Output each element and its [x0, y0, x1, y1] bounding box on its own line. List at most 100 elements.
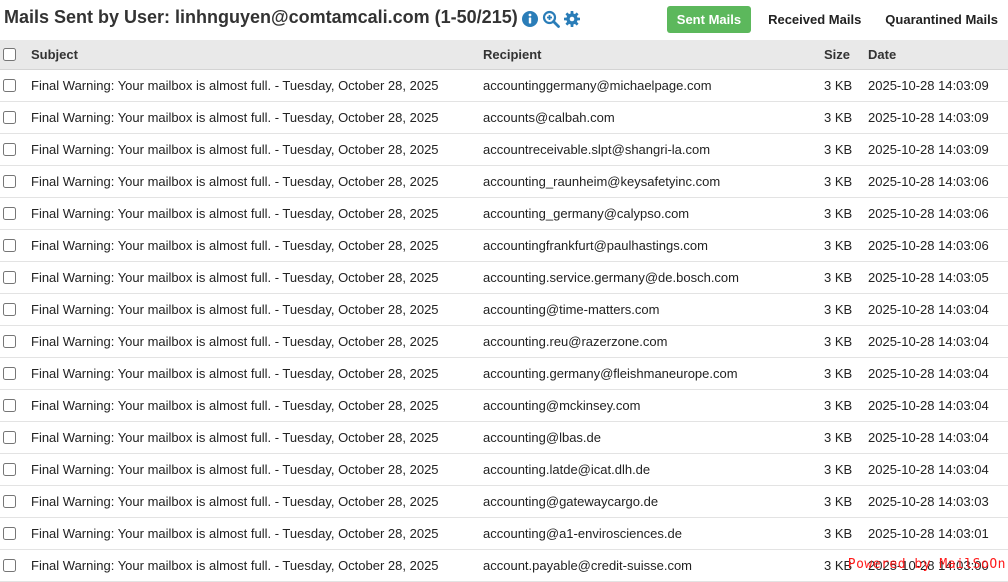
table-row[interactable]: Final Warning: Your mailbox is almost fu…: [0, 70, 1008, 102]
column-header-recipient[interactable]: Recipient: [483, 47, 824, 62]
row-recipient: accounting_germany@calypso.com: [483, 206, 824, 221]
row-size: 3 KB: [824, 142, 868, 157]
row-subject: Final Warning: Your mailbox is almost fu…: [24, 366, 483, 381]
row-recipient: account.payable@credit-suisse.com: [483, 558, 824, 573]
table-row[interactable]: Final Warning: Your mailbox is almost fu…: [0, 358, 1008, 390]
row-recipient: accounting_raunheim@keysafetyinc.com: [483, 174, 824, 189]
table-row[interactable]: Final Warning: Your mailbox is almost fu…: [0, 262, 1008, 294]
row-checkbox[interactable]: [3, 175, 16, 188]
row-size: 3 KB: [824, 78, 868, 93]
row-checkbox[interactable]: [3, 399, 16, 412]
row-subject: Final Warning: Your mailbox is almost fu…: [24, 110, 483, 125]
row-subject: Final Warning: Your mailbox is almost fu…: [24, 398, 483, 413]
zoom-in-icon[interactable]: [542, 10, 560, 28]
table-body: Final Warning: Your mailbox is almost fu…: [0, 70, 1008, 582]
table-row[interactable]: Final Warning: Your mailbox is almost fu…: [0, 326, 1008, 358]
mail-tabs: Sent Mails Received Mails Quarantined Ma…: [667, 6, 1008, 33]
powered-by-label: Powered by MailSoOn: [848, 557, 1006, 572]
row-date: 2025-10-28 14:03:04: [868, 366, 1008, 381]
row-date: 2025-10-28 14:03:06: [868, 238, 1008, 253]
row-size: 3 KB: [824, 174, 868, 189]
row-checkbox[interactable]: [3, 271, 16, 284]
column-header-date[interactable]: Date: [868, 47, 1008, 62]
table-row[interactable]: Final Warning: Your mailbox is almost fu…: [0, 166, 1008, 198]
row-recipient: accountingfrankfurt@paulhastings.com: [483, 238, 824, 253]
table-header-row: Subject Recipient Size Date: [0, 40, 1008, 70]
row-subject: Final Warning: Your mailbox is almost fu…: [24, 78, 483, 93]
row-recipient: accounts@calbah.com: [483, 110, 824, 125]
row-subject: Final Warning: Your mailbox is almost fu…: [24, 302, 483, 317]
row-recipient: accounting@time-matters.com: [483, 302, 824, 317]
row-size: 3 KB: [824, 526, 868, 541]
row-subject: Final Warning: Your mailbox is almost fu…: [24, 430, 483, 445]
tab-received-mails[interactable]: Received Mails: [758, 7, 871, 32]
page-title: Mails Sent by User: linhnguyen@comtamcal…: [4, 7, 518, 28]
row-recipient: accounting@mckinsey.com: [483, 398, 824, 413]
row-checkbox[interactable]: [3, 143, 16, 156]
row-size: 3 KB: [824, 366, 868, 381]
row-subject: Final Warning: Your mailbox is almost fu…: [24, 174, 483, 189]
select-all-checkbox[interactable]: [3, 48, 16, 61]
row-size: 3 KB: [824, 302, 868, 317]
row-subject: Final Warning: Your mailbox is almost fu…: [24, 206, 483, 221]
column-header-subject[interactable]: Subject: [24, 47, 483, 62]
info-icon[interactable]: [521, 10, 539, 28]
row-recipient: accounting@gatewaycargo.de: [483, 494, 824, 509]
row-size: 3 KB: [824, 110, 868, 125]
mails-table: Subject Recipient Size Date Final Warnin…: [0, 40, 1008, 582]
row-date: 2025-10-28 14:03:06: [868, 206, 1008, 221]
row-recipient: accounting.service.germany@de.bosch.com: [483, 270, 824, 285]
table-row[interactable]: Final Warning: Your mailbox is almost fu…: [0, 230, 1008, 262]
row-checkbox[interactable]: [3, 463, 16, 476]
row-checkbox[interactable]: [3, 527, 16, 540]
row-checkbox[interactable]: [3, 79, 16, 92]
table-row[interactable]: Final Warning: Your mailbox is almost fu…: [0, 198, 1008, 230]
row-subject: Final Warning: Your mailbox is almost fu…: [24, 462, 483, 477]
table-row[interactable]: Final Warning: Your mailbox is almost fu…: [0, 454, 1008, 486]
gear-icon[interactable]: [563, 10, 581, 28]
row-size: 3 KB: [824, 238, 868, 253]
row-checkbox[interactable]: [3, 111, 16, 124]
row-checkbox[interactable]: [3, 303, 16, 316]
row-subject: Final Warning: Your mailbox is almost fu…: [24, 494, 483, 509]
row-date: 2025-10-28 14:03:05: [868, 270, 1008, 285]
row-subject: Final Warning: Your mailbox is almost fu…: [24, 526, 483, 541]
row-recipient: accounting.latde@icat.dlh.de: [483, 462, 824, 477]
row-checkbox[interactable]: [3, 431, 16, 444]
row-subject: Final Warning: Your mailbox is almost fu…: [24, 270, 483, 285]
tab-quarantined-mails[interactable]: Quarantined Mails: [875, 7, 1008, 32]
row-date: 2025-10-28 14:03:04: [868, 462, 1008, 477]
row-size: 3 KB: [824, 334, 868, 349]
row-subject: Final Warning: Your mailbox is almost fu…: [24, 238, 483, 253]
row-checkbox[interactable]: [3, 495, 16, 508]
row-checkbox[interactable]: [3, 239, 16, 252]
table-row[interactable]: Final Warning: Your mailbox is almost fu…: [0, 294, 1008, 326]
row-recipient: accounting.reu@razerzone.com: [483, 334, 824, 349]
page-header: Mails Sent by User: linhnguyen@comtamcal…: [0, 0, 1008, 40]
row-checkbox[interactable]: [3, 335, 16, 348]
row-date: 2025-10-28 14:03:01: [868, 526, 1008, 541]
table-row[interactable]: Final Warning: Your mailbox is almost fu…: [0, 390, 1008, 422]
row-subject: Final Warning: Your mailbox is almost fu…: [24, 334, 483, 349]
row-date: 2025-10-28 14:03:04: [868, 302, 1008, 317]
row-date: 2025-10-28 14:03:06: [868, 174, 1008, 189]
column-header-size[interactable]: Size: [824, 47, 868, 62]
row-size: 3 KB: [824, 270, 868, 285]
row-checkbox[interactable]: [3, 207, 16, 220]
row-size: 3 KB: [824, 398, 868, 413]
table-row[interactable]: Final Warning: Your mailbox is almost fu…: [0, 422, 1008, 454]
table-row[interactable]: Final Warning: Your mailbox is almost fu…: [0, 102, 1008, 134]
row-subject: Final Warning: Your mailbox is almost fu…: [24, 558, 483, 573]
row-size: 3 KB: [824, 494, 868, 509]
row-checkbox[interactable]: [3, 559, 16, 572]
row-size: 3 KB: [824, 430, 868, 445]
row-date: 2025-10-28 14:03:09: [868, 110, 1008, 125]
row-checkbox[interactable]: [3, 367, 16, 380]
row-recipient: accountreceivable.slpt@shangri-la.com: [483, 142, 824, 157]
table-row[interactable]: Final Warning: Your mailbox is almost fu…: [0, 486, 1008, 518]
row-date: 2025-10-28 14:03:03: [868, 494, 1008, 509]
table-row[interactable]: Final Warning: Your mailbox is almost fu…: [0, 518, 1008, 550]
table-row[interactable]: Final Warning: Your mailbox is almost fu…: [0, 134, 1008, 166]
tab-sent-mails[interactable]: Sent Mails: [667, 6, 751, 33]
header-icons: [521, 10, 581, 28]
